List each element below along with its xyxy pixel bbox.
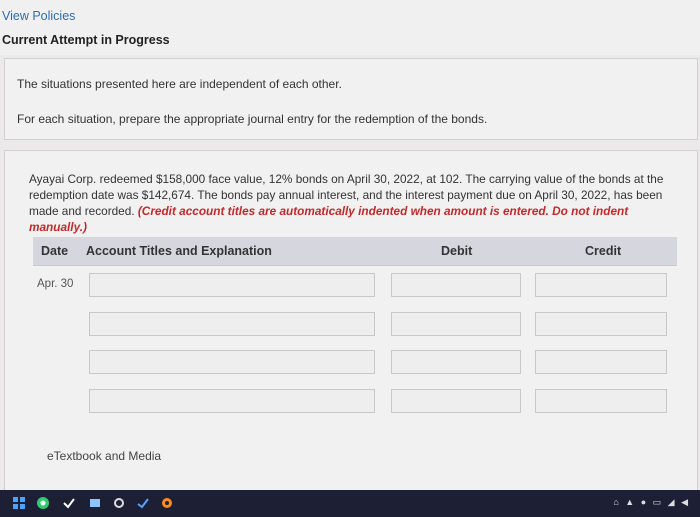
table-row (5, 389, 700, 415)
account-input[interactable] (89, 350, 375, 374)
header-credit: Credit (585, 244, 622, 258)
windows-icon[interactable] (12, 496, 26, 510)
question-panel: Ayayai Corp. redeemed $158,000 face valu… (4, 150, 698, 494)
top-bar: View Policies Current Attempt in Progres… (0, 0, 700, 55)
table-row (5, 350, 700, 376)
debit-input[interactable] (391, 389, 521, 413)
header-account: Account Titles and Explanation (86, 244, 272, 258)
table-row (5, 312, 700, 338)
intro-panel: The situations presented here are indepe… (4, 58, 698, 140)
check-icon[interactable] (62, 496, 76, 510)
system-tray[interactable]: ⌂ ▲ ● ▭ ◢ ◀ (613, 497, 690, 508)
intro-line-1: The situations presented here are indepe… (17, 77, 342, 91)
app-icon[interactable] (160, 496, 174, 510)
row-date: Apr. 30 (37, 278, 74, 290)
credit-input[interactable] (535, 312, 667, 336)
credit-input[interactable] (535, 273, 667, 297)
mail-icon[interactable] (136, 496, 150, 510)
account-input[interactable] (89, 312, 375, 336)
debit-input[interactable] (391, 312, 521, 336)
account-input[interactable] (89, 389, 375, 413)
view-policies-link[interactable]: View Policies (2, 9, 75, 23)
debit-input[interactable] (391, 350, 521, 374)
problem-text: Ayayai Corp. redeemed $158,000 face valu… (29, 171, 669, 235)
debit-input[interactable] (391, 273, 521, 297)
account-input[interactable] (89, 273, 375, 297)
header-date: Date (41, 244, 69, 258)
etextbook-link[interactable]: eTextbook and Media (47, 449, 161, 463)
image-icon[interactable] (88, 496, 102, 510)
attempt-status: Current Attempt in Progress (2, 33, 170, 47)
table-row: Apr. 30 (5, 273, 700, 299)
chrome-icon[interactable] (36, 496, 50, 510)
intro-line-2: For each situation, prepare the appropri… (17, 112, 488, 126)
taskbar: ⌂ ▲ ● ▭ ◢ ◀ (0, 490, 700, 517)
header-debit: Debit (441, 244, 473, 258)
credit-input[interactable] (535, 389, 667, 413)
settings-icon[interactable] (112, 496, 126, 510)
credit-input[interactable] (535, 350, 667, 374)
journal-table-header: Date Account Titles and Explanation Debi… (33, 237, 677, 266)
